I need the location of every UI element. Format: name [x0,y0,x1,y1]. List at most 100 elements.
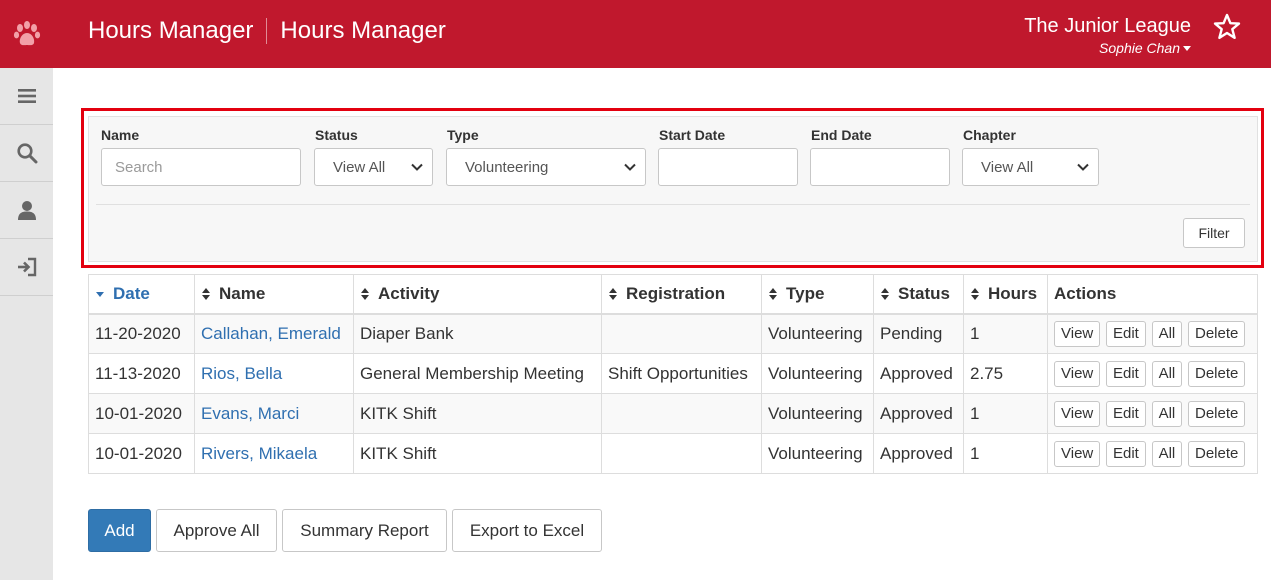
type-select-value: Volunteering [465,158,549,176]
column-label: Activity [378,283,440,303]
edit-button[interactable]: Edit [1105,360,1146,387]
approve-all-button[interactable]: Approve All [156,509,277,552]
sort-icon [971,288,979,301]
type-select[interactable]: Volunteering [446,148,646,186]
column-header-status[interactable]: Status [873,274,964,315]
column-header-date[interactable]: Date [88,274,195,315]
sidebar-item-profile[interactable] [0,182,53,239]
activity-cell: Diaper Bank [353,313,602,354]
column-header-type[interactable]: Type [761,274,874,315]
edit-button[interactable]: Edit [1105,440,1146,467]
delete-button[interactable]: Delete [1187,360,1246,387]
column-header-activity[interactable]: Activity [353,274,602,315]
member-name-link[interactable]: Rios, Bella [201,364,282,383]
all-button[interactable]: All [1151,360,1183,387]
chevron-down-icon [411,163,423,171]
page-title: Hours Manager [280,17,446,44]
user-menu[interactable]: Sophie Chan [1024,40,1191,56]
table-header-row: Date Name Activity Registration Type Sta… [88,274,1258,315]
actions-cell: View Edit All Delete [1047,313,1258,354]
user-name: Sophie Chan [1099,40,1180,56]
edit-button[interactable]: Edit [1105,320,1146,347]
top-bar: Hours Manager Hours Manager The Junior L… [0,0,1271,68]
member-name-link[interactable]: Evans, Marci [201,404,299,423]
chapter-filter-label: Chapter [963,127,1016,143]
view-button[interactable]: View [1054,400,1101,427]
view-button[interactable]: View [1054,360,1101,387]
export-excel-button[interactable]: Export to Excel [452,509,602,552]
column-header-name[interactable]: Name [194,274,354,315]
app-title[interactable]: Hours Manager [88,17,253,45]
table-row: 10-01-2020 Rivers, Mikaela KITK Shift Vo… [88,433,1258,474]
registration-cell [601,313,762,354]
status-cell: Approved [873,433,964,474]
date-cell: 10-01-2020 [88,393,195,434]
org-name: The Junior League [1024,15,1191,37]
actions-cell: View Edit All Delete [1047,433,1258,474]
hours-table: Date Name Activity Registration Type Sta… [88,274,1258,474]
view-button[interactable]: View [1054,440,1101,467]
table-row: 10-01-2020 Evans, Marci KITK Shift Volun… [88,393,1258,434]
chevron-down-icon [624,163,636,171]
start-date-input[interactable] [658,148,798,186]
registration-cell: Shift Opportunities [601,353,762,394]
start-date-label: Start Date [659,127,726,143]
sidebar-item-menu[interactable] [0,68,53,125]
view-button[interactable]: View [1054,320,1101,347]
type-cell: Volunteering [761,353,874,394]
column-header-registration[interactable]: Registration [601,274,762,315]
filter-divider [96,204,1250,205]
registration-cell [601,433,762,474]
sort-desc-icon [96,292,104,298]
end-date-input[interactable] [810,148,950,186]
status-cell: Approved [873,393,964,434]
sidebar-item-sign-in[interactable] [0,239,53,296]
star-icon[interactable] [1212,12,1242,42]
sidebar [0,68,53,580]
type-cell: Volunteering [761,433,874,474]
hours-cell: 1 [963,313,1048,354]
table-row: 11-13-2020 Rios, Bella General Membershi… [88,353,1258,394]
paw-logo-icon[interactable] [0,0,53,68]
member-name-link[interactable]: Callahan, Emerald [201,324,341,343]
actions-cell: View Edit All Delete [1047,393,1258,434]
column-label: Status [898,283,950,303]
column-header-actions: Actions [1047,274,1258,315]
sidebar-item-search[interactable] [0,125,53,182]
name-filter-label: Name [101,127,140,143]
sort-icon [881,288,889,301]
sort-icon [361,288,369,301]
all-button[interactable]: All [1151,400,1183,427]
edit-button[interactable]: Edit [1105,400,1146,427]
column-label: Registration [626,283,726,303]
table-row: 11-20-2020 Callahan, Emerald Diaper Bank… [88,313,1258,354]
member-name-link[interactable]: Rivers, Mikaela [201,444,317,463]
sign-in-icon [17,257,36,277]
name-cell: Rivers, Mikaela [194,433,354,474]
actions-cell: View Edit All Delete [1047,353,1258,394]
user-icon [17,201,36,220]
chapter-select-value: View All [981,158,1034,176]
status-select[interactable]: View All [314,148,433,186]
name-cell: Rios, Bella [194,353,354,394]
chapter-select[interactable]: View All [962,148,1099,186]
delete-button[interactable]: Delete [1187,400,1246,427]
type-filter-label: Type [447,127,479,143]
delete-button[interactable]: Delete [1187,320,1246,347]
name-search-input[interactable]: Search [101,148,301,186]
hours-cell: 1 [963,433,1048,474]
column-header-hours[interactable]: Hours [963,274,1048,315]
all-button[interactable]: All [1151,320,1183,347]
date-cell: 10-01-2020 [88,433,195,474]
date-cell: 11-13-2020 [88,353,195,394]
filter-button[interactable]: Filter [1183,218,1245,248]
delete-button[interactable]: Delete [1187,440,1246,467]
summary-report-button[interactable]: Summary Report [282,509,447,552]
all-button[interactable]: All [1151,440,1183,467]
type-cell: Volunteering [761,313,874,354]
status-cell: Pending [873,313,964,354]
column-label: Date [113,283,150,303]
sort-icon [609,288,617,301]
date-cell: 11-20-2020 [88,313,195,354]
add-button[interactable]: Add [88,509,151,552]
